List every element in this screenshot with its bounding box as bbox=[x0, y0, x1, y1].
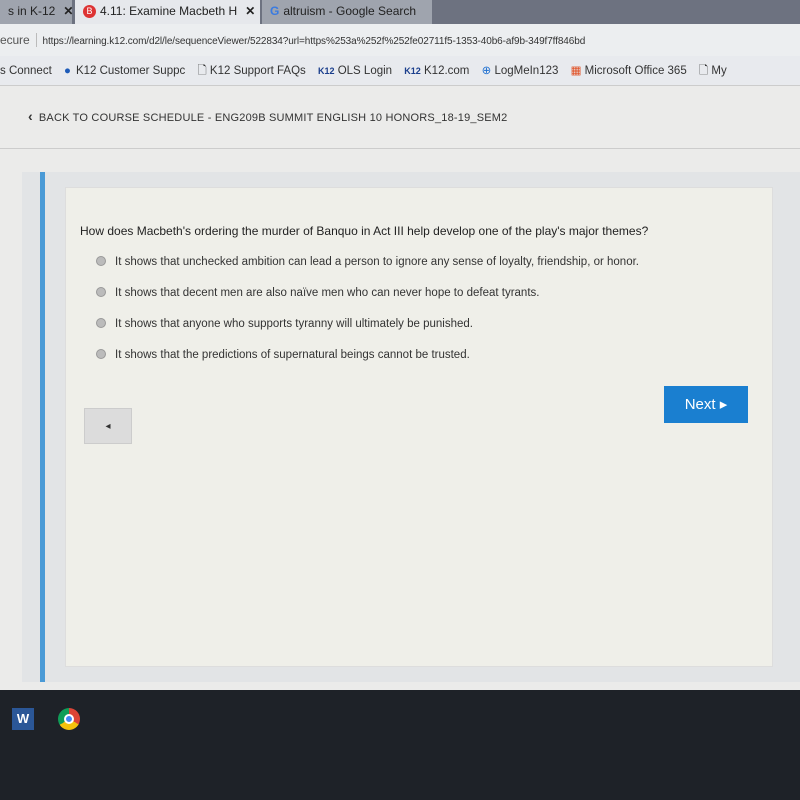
close-icon[interactable]: ✕ bbox=[245, 4, 255, 18]
salesforce-icon: ● bbox=[63, 65, 71, 77]
answer-option[interactable]: It shows that anyone who supports tyrann… bbox=[96, 318, 473, 330]
back-link[interactable]: ‹ BACK TO COURSE SCHEDULE - ENG209B SUMMI… bbox=[28, 108, 507, 124]
tab-active[interactable]: B 4.11: Examine Macbeth H ✕ bbox=[75, 0, 260, 24]
question-card: How does Macbeth's ordering the murder o… bbox=[65, 187, 773, 667]
k12-icon: K12 bbox=[404, 66, 421, 76]
radio-button[interactable] bbox=[96, 256, 106, 266]
previous-button[interactable]: ◂ bbox=[84, 408, 132, 444]
bookmarks-bar: s Connect ● K12 Customer Suppc 🗋 K12 Supp… bbox=[0, 56, 800, 86]
bookmark[interactable]: ▦ Microsoft Office 365 bbox=[571, 65, 687, 77]
next-button[interactable]: Next ▸ bbox=[664, 386, 748, 423]
chrome-icon[interactable] bbox=[58, 708, 80, 730]
answer-option[interactable]: It shows that unchecked ambition can lea… bbox=[96, 256, 639, 268]
security-label: ecure bbox=[0, 33, 37, 47]
page-icon: 🗋 bbox=[698, 65, 712, 77]
answer-option[interactable]: It shows that decent men are also naïve … bbox=[96, 287, 539, 299]
address-bar[interactable]: ecure https://learning.k12.com/d2l/le/seq… bbox=[0, 24, 800, 56]
bookmark[interactable]: K12 K12.com bbox=[404, 65, 469, 77]
office-icon: ▦ bbox=[570, 65, 582, 77]
bookmark[interactable]: 🗋 K12 Support FAQs bbox=[197, 65, 305, 77]
taskbar: W bbox=[0, 690, 800, 800]
chevron-left-icon: ‹ bbox=[28, 108, 33, 124]
question-text: How does Macbeth's ordering the murder o… bbox=[80, 224, 649, 238]
bookmark[interactable]: ● K12 Customer Suppc bbox=[64, 65, 185, 77]
tab[interactable]: Galtruism - Google Search bbox=[262, 0, 432, 24]
logmein-icon: ⊕ bbox=[481, 65, 492, 77]
k12-icon: K12 bbox=[318, 66, 335, 76]
word-icon[interactable]: W bbox=[12, 708, 34, 730]
google-icon: G bbox=[270, 4, 280, 18]
page: ‹ BACK TO COURSE SCHEDULE - ENG209B SUMMI… bbox=[0, 86, 800, 690]
brightspace-icon: B bbox=[83, 5, 96, 19]
radio-button[interactable] bbox=[96, 318, 106, 328]
url-text[interactable]: https://learning.k12.com/d2l/le/sequence… bbox=[43, 36, 586, 47]
divider bbox=[0, 148, 800, 149]
radio-button[interactable] bbox=[96, 349, 106, 359]
bookmark[interactable]: 🗋 My bbox=[699, 65, 727, 77]
radio-button[interactable] bbox=[96, 287, 106, 297]
accent-bar bbox=[40, 172, 45, 682]
tab-strip: s in K-12 ✕ B 4.11: Examine Macbeth H ✕ Gal… bbox=[0, 0, 800, 24]
answer-option[interactable]: It shows that the predictions of superna… bbox=[96, 349, 470, 361]
bookmark[interactable]: K12 OLS Login bbox=[318, 65, 392, 77]
content-panel: How does Macbeth's ordering the murder o… bbox=[22, 172, 800, 682]
tab[interactable]: s in K-12 ✕ bbox=[0, 0, 73, 24]
page-icon: 🗋 bbox=[197, 65, 210, 77]
close-icon[interactable]: ✕ bbox=[63, 4, 73, 18]
bookmark[interactable]: ⊕ LogMeIn123 bbox=[482, 65, 559, 77]
bookmark[interactable]: s Connect bbox=[0, 65, 52, 77]
